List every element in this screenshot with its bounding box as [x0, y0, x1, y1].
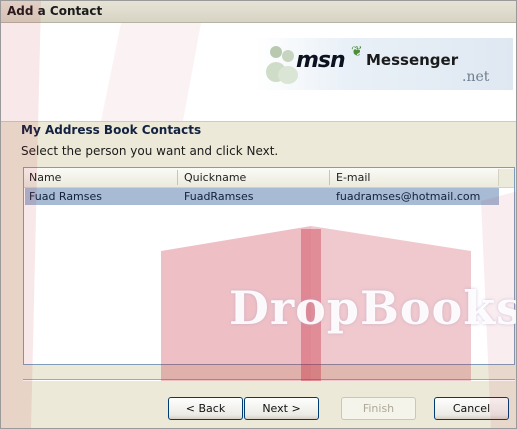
logo-net-text: .net: [462, 69, 490, 85]
cell-email: fuadramses@hotmail.com: [336, 190, 481, 203]
add-contact-dialog: Add a Contact msn ❦ Messenger .net My Ad…: [0, 0, 517, 429]
msn-messenger-logo: msn ❦ Messenger .net: [256, 38, 513, 90]
table-row[interactable]: Fuad Ramses FuadRamses fuadramses@hotmai…: [25, 188, 499, 205]
cell-name: Fuad Ramses: [29, 190, 103, 203]
contacts-people-icon: [266, 46, 298, 84]
scroll-button[interactable]: [498, 169, 514, 186]
column-divider[interactable]: [177, 170, 178, 185]
list-header: Name Quickname E-mail: [24, 168, 514, 188]
contacts-list[interactable]: Name Quickname E-mail Fuad Ramses FuadRa…: [23, 167, 515, 365]
back-button[interactable]: < Back: [168, 397, 243, 420]
cancel-button[interactable]: Cancel: [434, 397, 509, 420]
column-header-name[interactable]: Name: [29, 171, 61, 184]
instruction-text: Select the person you want and click Nex…: [21, 144, 279, 158]
finish-button[interactable]: Finish: [341, 397, 416, 420]
window-title: Add a Contact: [7, 4, 103, 18]
page-heading: My Address Book Contacts: [21, 123, 202, 137]
column-header-email[interactable]: E-mail: [336, 171, 371, 184]
title-bar: Add a Contact: [1, 1, 516, 23]
logo-messenger-text: Messenger: [366, 51, 459, 69]
column-divider[interactable]: [329, 170, 330, 185]
column-header-quickname[interactable]: Quickname: [184, 171, 246, 184]
wizard-header: msn ❦ Messenger .net My Address Book Con…: [1, 23, 516, 137]
cell-quickname: FuadRamses: [184, 190, 254, 203]
butterfly-icon: ❦: [351, 44, 363, 60]
next-button[interactable]: Next >: [244, 397, 319, 420]
logo-msn-text: msn: [296, 48, 346, 73]
divider: [23, 379, 515, 381]
